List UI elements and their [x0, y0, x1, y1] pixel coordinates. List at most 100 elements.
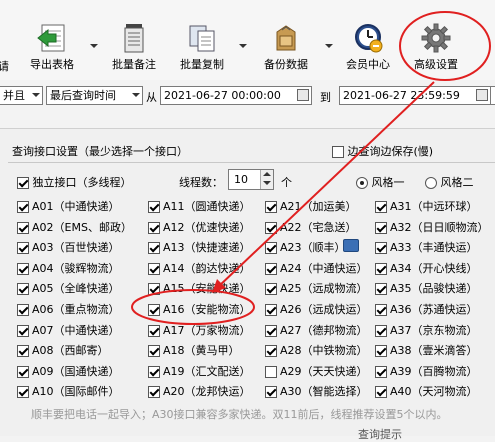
style-one-option[interactable]: 风格一 [356, 174, 405, 190]
interface-option[interactable]: A15（安能快递） [148, 280, 251, 296]
interface-option[interactable]: A10（国际邮件） [17, 383, 120, 399]
extra-combo[interactable] [490, 86, 495, 105]
interface-checkbox[interactable] [375, 242, 387, 255]
interface-option[interactable]: A25（远成物流） [265, 280, 368, 296]
interface-checkbox[interactable] [148, 242, 160, 255]
interface-option[interactable]: A39（百腾物流） [375, 363, 478, 379]
interface-checkbox[interactable] [17, 201, 29, 213]
chevron-up-icon[interactable] [263, 172, 271, 176]
thread-count-stepper[interactable]: 10 [228, 169, 274, 190]
interface-checkbox[interactable] [265, 201, 277, 213]
interface-option[interactable]: A26（远成快运） [265, 301, 368, 317]
interface-option[interactable]: A30（智能选择） [265, 383, 368, 399]
independent-interface-checkbox[interactable] [17, 177, 29, 189]
interface-checkbox[interactable] [17, 324, 29, 337]
interface-option[interactable]: A04（骏辉物流） [17, 260, 120, 276]
interface-checkbox[interactable] [17, 262, 29, 275]
interface-option[interactable]: A07（中通快递） [17, 322, 120, 338]
time-field-combo[interactable]: 最后查询时间 [46, 86, 143, 105]
style-one-radio[interactable] [356, 177, 368, 189]
interface-option[interactable]: A28（中铁物流） [265, 342, 368, 358]
interface-option[interactable]: A33（丰通快运） [375, 239, 478, 255]
batch-note-button[interactable]: 批量备注 [109, 22, 159, 72]
interface-checkbox[interactable] [375, 304, 387, 316]
interface-checkbox[interactable] [17, 345, 29, 358]
interface-checkbox[interactable] [17, 304, 29, 316]
interface-option[interactable]: A18（黄马甲） [148, 342, 240, 358]
interface-option[interactable]: A02（EMS、邮政） [17, 219, 132, 235]
batch-copy-button[interactable]: 批量复制 [177, 22, 227, 72]
interface-checkbox[interactable] [148, 324, 160, 337]
toolbar-item-partial[interactable]: 请 [0, 56, 9, 74]
interface-checkbox[interactable] [148, 365, 160, 378]
interface-option[interactable]: A11（圆通快递） [148, 198, 251, 214]
advanced-settings-button[interactable]: 高级设置 [410, 22, 462, 72]
interface-checkbox[interactable] [17, 386, 29, 399]
interface-option[interactable]: A19（汇文配送） [148, 363, 251, 379]
interface-option[interactable]: A21（加运美） [265, 198, 357, 214]
interface-checkbox[interactable] [375, 221, 387, 234]
interface-checkbox[interactable] [375, 324, 387, 337]
interface-option[interactable]: A38（壹米滴答） [375, 342, 478, 358]
interface-checkbox[interactable] [375, 283, 387, 296]
interface-option[interactable]: A22（宅急送） [265, 219, 357, 235]
interface-option[interactable]: A20（龙邦快运） [148, 383, 251, 399]
backup-data-button[interactable]: 备份数据 [260, 22, 312, 72]
interface-checkbox[interactable] [375, 386, 387, 399]
interface-checkbox[interactable] [375, 345, 387, 358]
interface-checkbox[interactable] [265, 386, 277, 399]
interface-option[interactable]: A16（安能物流） [148, 301, 251, 317]
to-datetime-input[interactable]: 2021-06-27 23:59:59 [339, 86, 491, 105]
interface-checkbox[interactable] [265, 283, 277, 296]
interface-checkbox[interactable] [148, 386, 160, 399]
calendar-icon[interactable] [297, 89, 309, 101]
interface-option[interactable]: A24（中通快运） [265, 260, 368, 276]
interface-checkbox[interactable] [375, 201, 387, 213]
interface-checkbox[interactable] [148, 304, 160, 316]
interface-option[interactable]: A27（德邦物流） [265, 322, 368, 338]
interface-option[interactable]: A14（韵达快递） [148, 260, 251, 276]
interface-checkbox[interactable] [265, 242, 277, 255]
export-table-button[interactable]: 导出表格 [27, 22, 77, 72]
interface-option[interactable]: A08（西邮寄） [17, 342, 109, 358]
style-two-option[interactable]: 风格二 [425, 174, 474, 190]
interface-checkbox[interactable] [265, 262, 277, 275]
calendar-icon[interactable] [476, 89, 488, 101]
logic-combo[interactable]: 并且 [0, 86, 43, 105]
stepper-arrows[interactable] [260, 170, 273, 189]
interface-checkbox[interactable] [148, 283, 160, 296]
save-while-query-checkbox[interactable] [332, 146, 344, 158]
interface-checkbox[interactable] [265, 304, 277, 316]
interface-checkbox[interactable] [17, 221, 29, 234]
interface-option[interactable]: A34（开心快线） [375, 260, 478, 276]
interface-option[interactable]: A17（万家物流） [148, 322, 251, 338]
interface-option[interactable]: A05（全峰快递） [17, 280, 120, 296]
copy-dropdown-arrow[interactable] [239, 44, 247, 48]
interface-option[interactable]: A31（中远环球） [375, 198, 478, 214]
interface-option[interactable]: A03（百世快递） [17, 239, 120, 255]
interface-option[interactable]: A09（国通快递） [17, 363, 120, 379]
interface-checkbox[interactable] [375, 365, 387, 378]
member-center-button[interactable]: 会员中心 [342, 22, 394, 72]
interface-option[interactable]: A35（品骏快递） [375, 280, 478, 296]
interface-option[interactable]: A29（天天快递） [265, 363, 368, 379]
interface-option[interactable]: A01（中通快递） [17, 198, 120, 214]
style-two-radio[interactable] [425, 177, 437, 189]
interface-checkbox[interactable] [17, 242, 29, 255]
interface-option[interactable]: A37（京东物流） [375, 322, 478, 338]
interface-checkbox[interactable] [265, 345, 277, 358]
interface-option[interactable]: A40（天河物流） [375, 383, 478, 399]
interface-checkbox[interactable] [148, 262, 160, 275]
backup-dropdown-arrow[interactable] [325, 44, 333, 48]
interface-checkbox[interactable] [265, 221, 277, 234]
save-while-query-option[interactable]: 边查询边保存(慢) [332, 143, 433, 159]
export-dropdown-arrow[interactable] [90, 44, 98, 48]
interface-checkbox[interactable] [375, 262, 387, 275]
independent-interface-option[interactable]: 独立接口（多线程） [17, 174, 132, 190]
interface-checkbox[interactable] [148, 345, 160, 358]
interface-option[interactable]: A32（日日顺物流） [375, 219, 489, 235]
interface-checkbox[interactable] [265, 365, 277, 378]
phone-icon[interactable] [343, 239, 359, 252]
interface-option[interactable]: A36（苏通快运） [375, 301, 478, 317]
interface-checkbox[interactable] [17, 365, 29, 378]
